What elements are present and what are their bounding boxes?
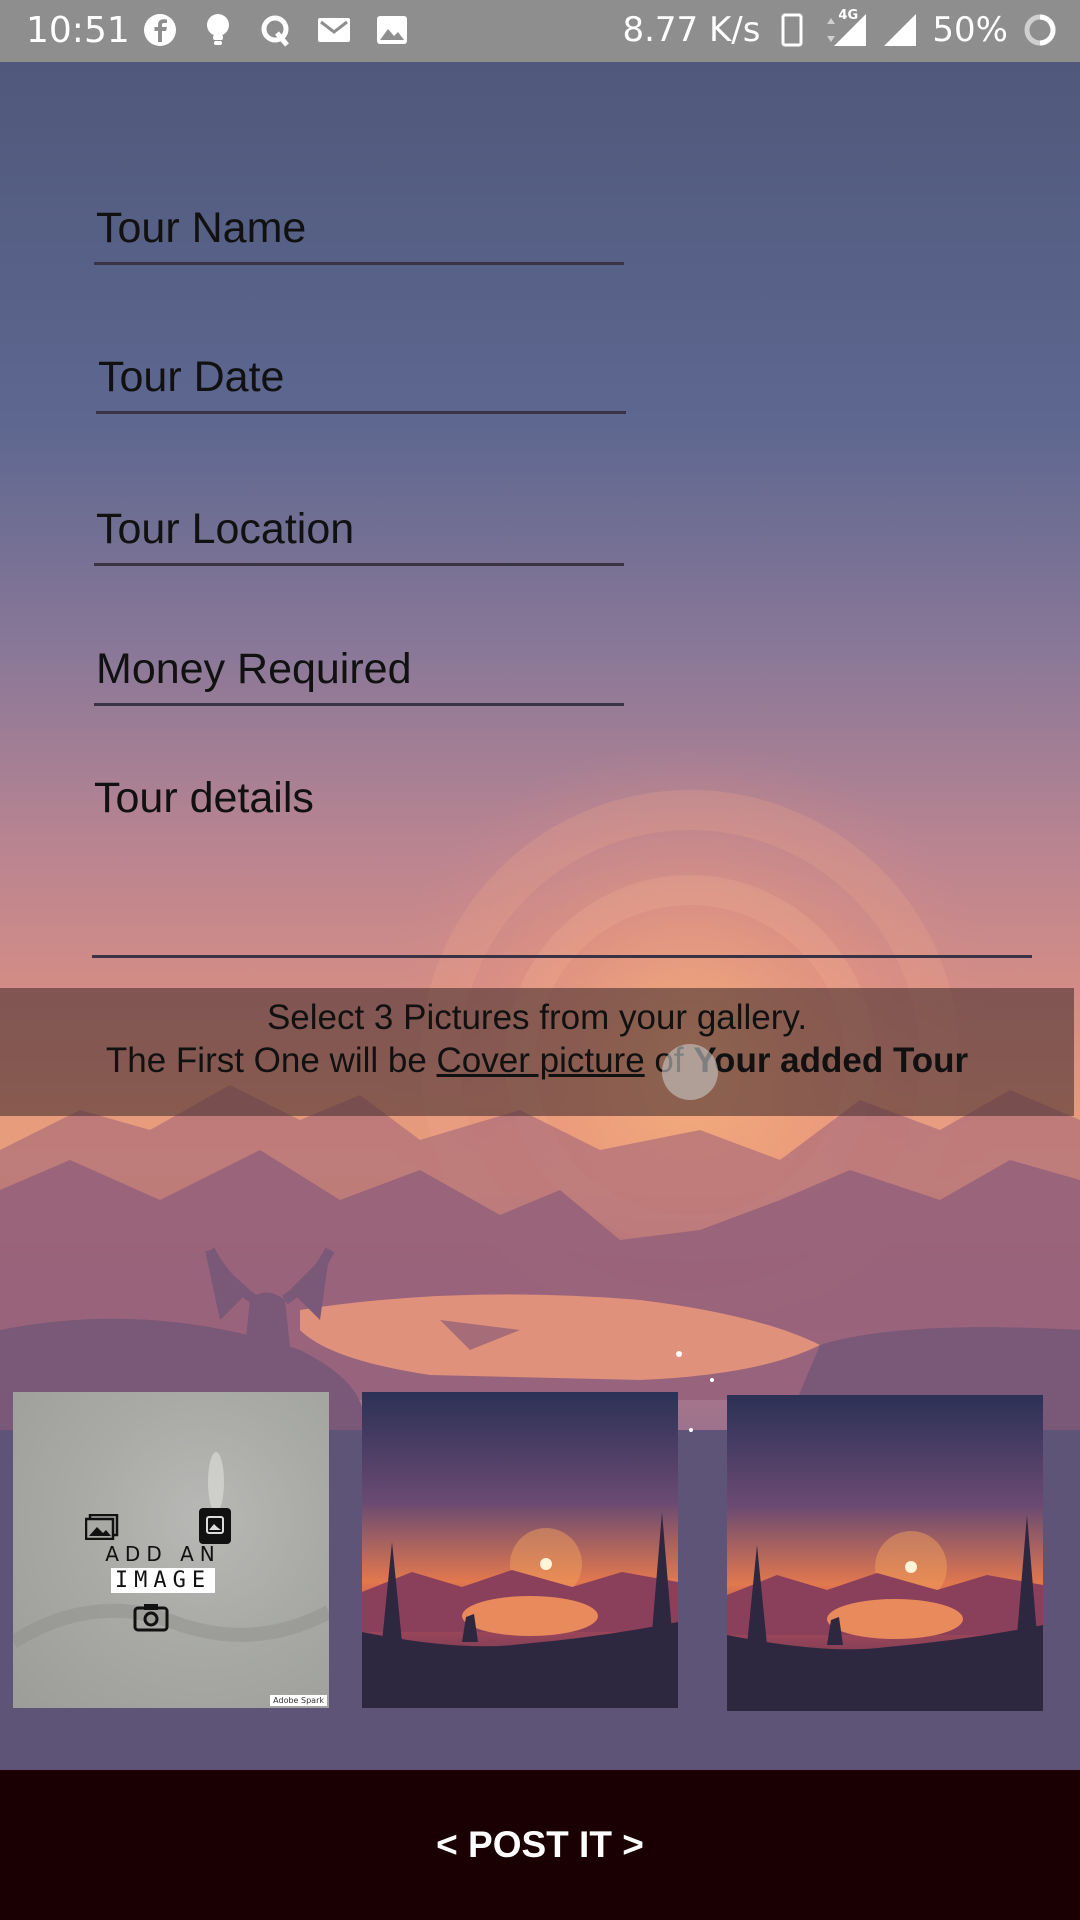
phone-icon xyxy=(774,12,810,48)
picture-slot-2[interactable] xyxy=(362,1392,678,1708)
status-time: 10:51 xyxy=(26,10,130,51)
add-image-line-2: IMAGE xyxy=(110,1568,216,1593)
image-icon xyxy=(374,12,410,48)
landscape-thumbnail xyxy=(362,1392,678,1708)
tour-location-input[interactable] xyxy=(94,496,624,563)
bulb-icon xyxy=(200,12,236,48)
mail-icon xyxy=(316,12,352,48)
net-speed: 8.77 K/s xyxy=(622,10,761,50)
adobe-spark-credit: Adobe Spark xyxy=(270,1695,327,1706)
signal-icon xyxy=(882,12,918,48)
money-required-field[interactable] xyxy=(94,636,624,706)
app-screen: 10:51 8.77 K/s 4G 50% Tour Name Tour Dat… xyxy=(0,0,1080,1920)
instruction-bold: Your added Tour xyxy=(693,1041,969,1080)
quora-icon xyxy=(258,12,294,48)
add-image-label: ADD AN IMAGE xyxy=(93,1542,233,1593)
tour-name-field[interactable] xyxy=(94,195,624,265)
instruction-prefix: The First One will be xyxy=(105,1041,437,1080)
money-required-input[interactable] xyxy=(94,636,624,703)
gallery-instruction: Select 3 Pictures from your gallery. The… xyxy=(0,988,1074,1116)
tour-date-input[interactable] xyxy=(96,344,626,411)
network-type: 4G xyxy=(838,8,859,23)
tour-location-field[interactable] xyxy=(94,496,624,566)
tour-date-field[interactable] xyxy=(96,344,626,414)
battery-ring-icon xyxy=(1022,12,1058,48)
tour-name-input[interactable] xyxy=(94,195,624,262)
signal-4g-icon: 4G xyxy=(824,8,868,48)
instruction-line-2: The First One will be Cover picture of Y… xyxy=(0,1039,1074,1082)
gallery-icon xyxy=(84,1513,119,1544)
camera-icon xyxy=(133,1602,169,1636)
battery-percent: 50% xyxy=(932,10,1008,50)
cover-picture-link: Cover picture xyxy=(436,1041,645,1080)
add-image-slot[interactable]: ADD AN IMAGE Adobe Spark xyxy=(13,1392,329,1708)
tour-details-input[interactable] xyxy=(92,770,1032,955)
post-it-label: < POST IT > xyxy=(436,1824,644,1865)
picture-slot-3[interactable] xyxy=(727,1395,1043,1711)
facebook-icon xyxy=(142,12,178,48)
touch-indicator xyxy=(662,1044,718,1100)
notification-icons xyxy=(142,12,410,48)
tour-details-field[interactable] xyxy=(92,770,1032,958)
status-bar: 10:51 8.77 K/s 4G 50% xyxy=(0,0,1080,62)
post-it-button[interactable]: < POST IT > xyxy=(0,1770,1080,1920)
landscape-thumbnail xyxy=(727,1395,1043,1711)
system-indicators: 8.77 K/s 4G 50% xyxy=(622,8,1058,50)
instruction-line-1: Select 3 Pictures from your gallery. xyxy=(266,998,808,1037)
add-image-line-1: ADD AN xyxy=(105,1542,221,1566)
